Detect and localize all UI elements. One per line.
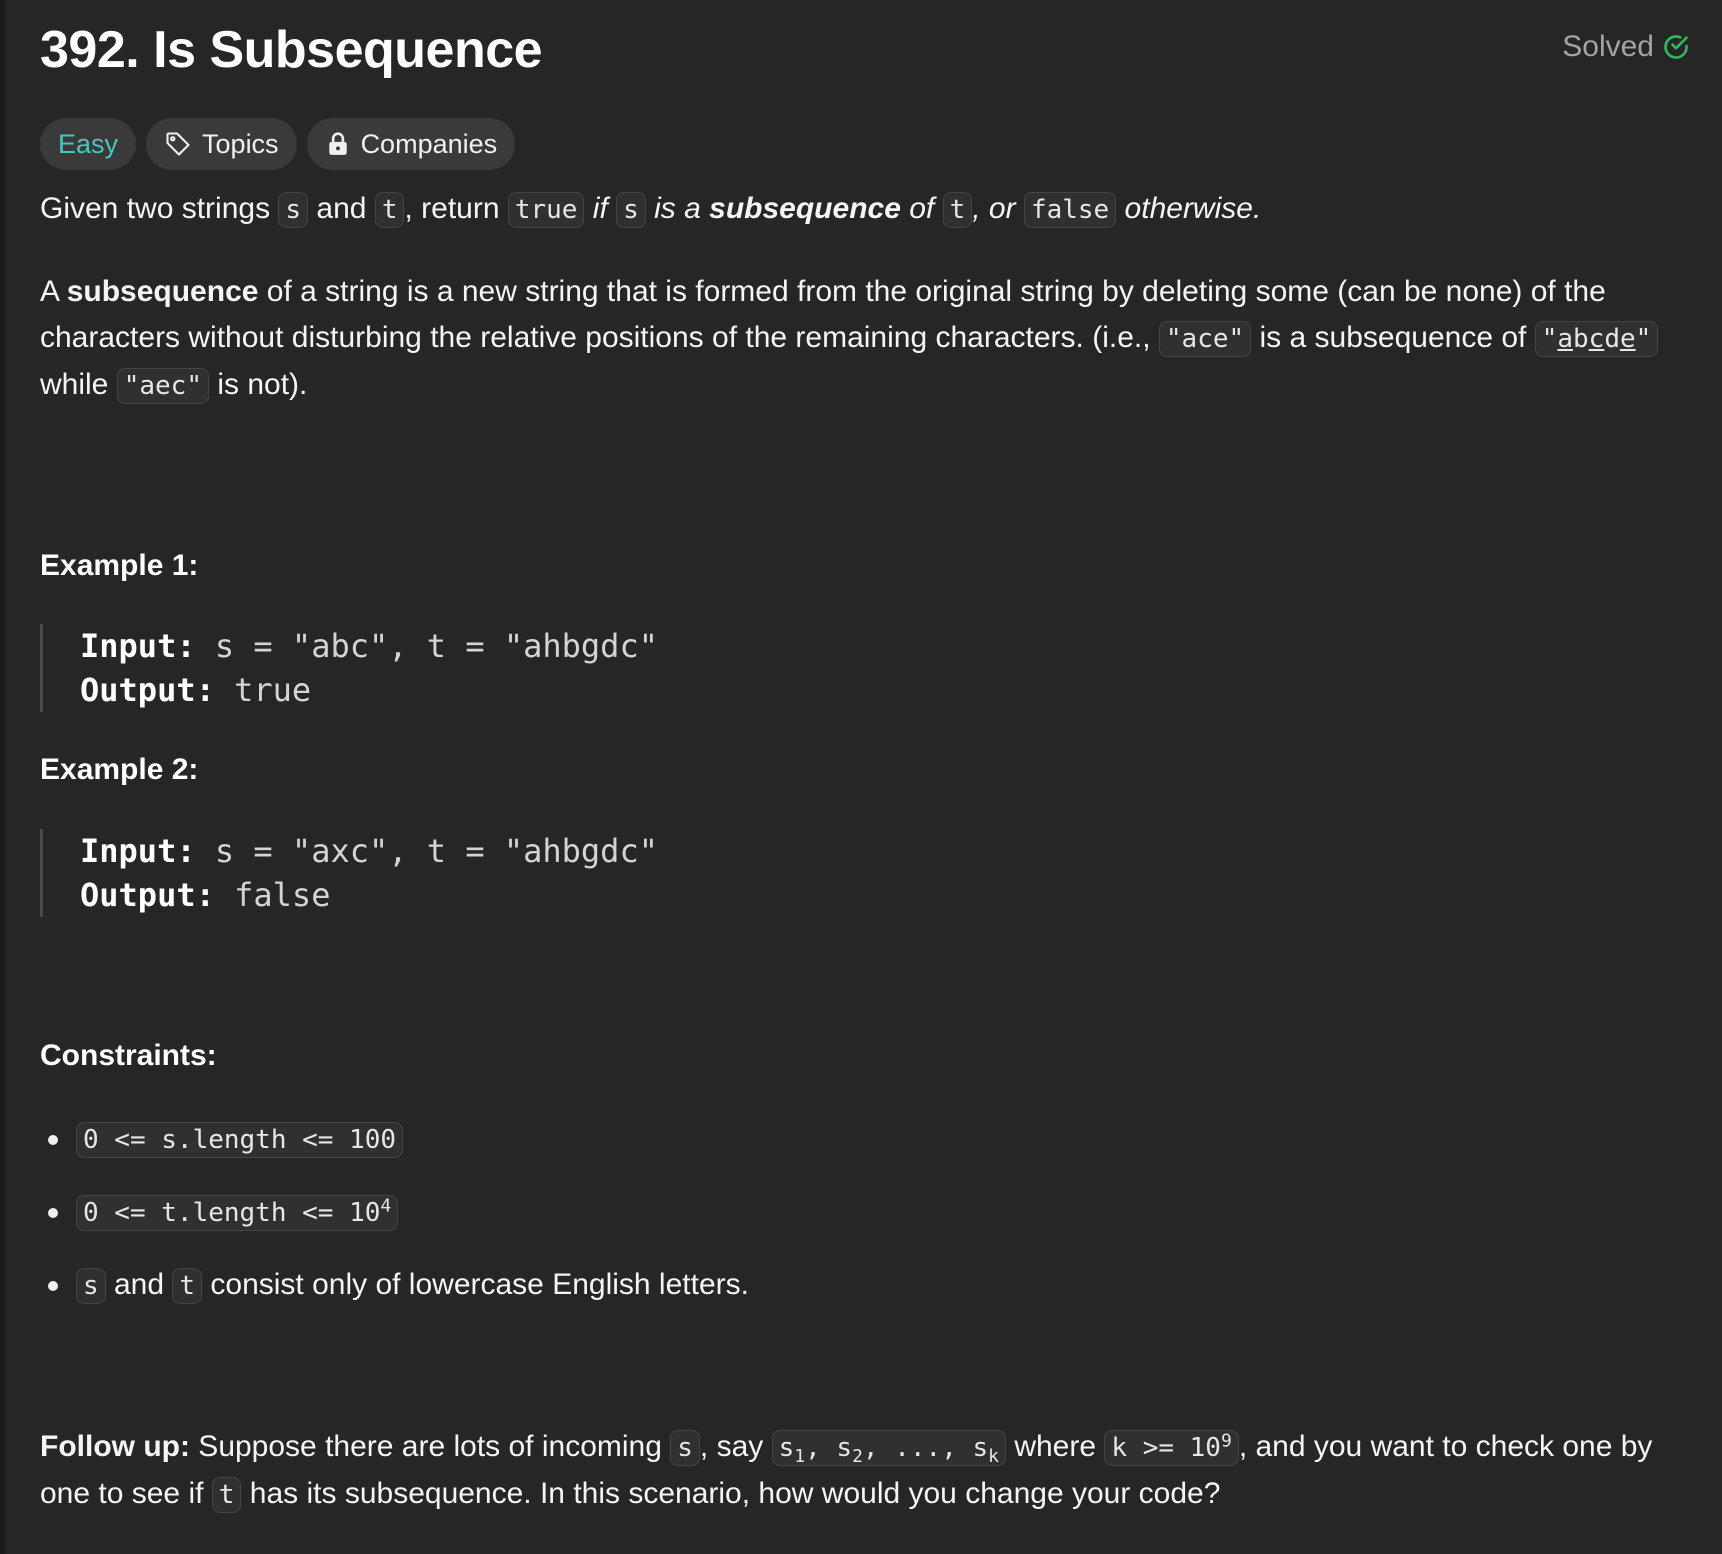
tag-icon xyxy=(164,130,192,158)
page-title[interactable]: 392. Is Subsequence xyxy=(40,20,543,80)
lock-icon xyxy=(325,131,351,157)
left-rail xyxy=(0,0,5,1554)
subscript: 2 xyxy=(852,1446,863,1468)
text: while xyxy=(40,368,117,401)
example-1-output: Output: true xyxy=(80,668,980,712)
companies-button[interactable]: Companies xyxy=(306,118,516,170)
code-text: s xyxy=(778,1433,795,1463)
inline-code: t xyxy=(172,1268,203,1304)
code-text: , ..., s xyxy=(862,1433,989,1463)
output-label: Output: xyxy=(80,671,215,709)
difficulty-badge: Easy xyxy=(40,118,137,170)
title-row: 392. Is Subsequence Solved xyxy=(40,18,1690,88)
output-value: false xyxy=(234,876,331,914)
inline-code: k >= 109 xyxy=(1104,1430,1239,1466)
inline-code: s xyxy=(76,1268,106,1304)
text: where xyxy=(1006,1430,1105,1463)
tag-chips: Easy Topics Companies xyxy=(40,118,516,170)
output-label: Output: xyxy=(80,876,215,914)
difficulty-label: Easy xyxy=(58,128,119,159)
text: consist only of lowercase English letter… xyxy=(202,1268,749,1301)
text: is not). xyxy=(208,368,308,401)
description-paragraph-1: Given two strings s and t, return true i… xyxy=(40,186,1690,233)
output-value: true xyxy=(234,671,312,709)
text: , say xyxy=(699,1430,772,1463)
inline-code: "aec" xyxy=(116,368,209,404)
subsequence-term[interactable]: subsequence xyxy=(709,192,901,225)
inline-code: t xyxy=(211,1477,242,1513)
code-char: " xyxy=(1541,324,1558,354)
text: , or xyxy=(972,192,1024,225)
code-char: a xyxy=(1557,324,1574,354)
code-text: k >= 10 xyxy=(1111,1433,1221,1463)
text: A xyxy=(40,275,67,308)
inline-code: 0 <= s.length <= 100 xyxy=(76,1122,404,1158)
code-char: d xyxy=(1604,324,1620,354)
inline-code: false xyxy=(1023,192,1117,228)
text: if xyxy=(584,192,617,225)
example-2-heading: Example 2: xyxy=(40,753,199,786)
inline-code: s xyxy=(278,192,309,228)
exponent: 9 xyxy=(1220,1430,1232,1452)
description-paragraph-2: A subsequence of a string is a new strin… xyxy=(40,269,1690,409)
subscript: 1 xyxy=(794,1446,806,1468)
example-2-output: Output: false xyxy=(80,873,980,917)
inline-code: t xyxy=(942,192,973,228)
example-2-block: Input: s = "axc", t = "ahbgdc" Output: f… xyxy=(40,829,980,917)
inline-code: s1, s2, ..., sk xyxy=(771,1430,1006,1468)
constraints-heading: Constraints: xyxy=(40,1039,217,1072)
text: of xyxy=(900,192,943,225)
topics-label: Topics xyxy=(202,128,279,159)
text: and xyxy=(308,192,375,225)
topics-button[interactable]: Topics xyxy=(146,118,297,170)
inline-code: t xyxy=(374,192,405,228)
follow-up-paragraph: Follow up: Suppose there are lots of inc… xyxy=(40,1424,1690,1518)
inline-code: s xyxy=(616,192,646,228)
code-char: c xyxy=(1588,324,1605,354)
example-1-input: Input: s = "abc", t = "ahbgdc" xyxy=(80,624,980,668)
input-label: Input: xyxy=(80,832,196,870)
solved-status: Solved xyxy=(1562,30,1690,64)
inline-code: true xyxy=(507,192,585,228)
text: otherwise. xyxy=(1116,192,1262,225)
code-char: b xyxy=(1573,324,1589,354)
text: has its subsequence. In this scenario, h… xyxy=(241,1477,1221,1510)
subsequence-definition-term: subsequence xyxy=(66,275,259,308)
code-text: , s xyxy=(805,1433,853,1463)
inline-code: s xyxy=(670,1430,700,1466)
inline-code: "abcde" xyxy=(1534,321,1659,357)
inline-code: "ace" xyxy=(1158,321,1252,357)
input-value: s = "axc", t = "ahbgdc" xyxy=(214,832,658,870)
input-label: Input: xyxy=(80,627,196,665)
companies-label: Companies xyxy=(360,128,498,159)
example-1-block: Input: s = "abc", t = "ahbgdc" Output: t… xyxy=(40,624,980,712)
constraint-item: s and t consist only of lowercase Englis… xyxy=(40,1262,749,1335)
text: and xyxy=(105,1268,173,1301)
code-char: " xyxy=(1635,324,1652,354)
check-circle-icon xyxy=(1662,33,1690,61)
text: is a subsequence of xyxy=(1251,321,1535,354)
code-char: e xyxy=(1619,324,1636,354)
constraint-item: 0 <= t.length <= 104 xyxy=(40,1189,749,1262)
example-1-heading: Example 1: xyxy=(40,549,199,582)
text: is a xyxy=(645,192,710,225)
code-text: 0 <= t.length <= 10 xyxy=(83,1198,381,1228)
text: , return xyxy=(404,192,508,225)
inline-code: 0 <= t.length <= 104 xyxy=(76,1195,399,1231)
follow-up-label: Follow up: xyxy=(40,1430,190,1463)
input-value: s = "abc", t = "ahbgdc" xyxy=(214,627,658,665)
text: Suppose there are lots of incoming xyxy=(189,1430,671,1463)
text: Given two strings xyxy=(40,192,279,225)
subscript: k xyxy=(988,1446,999,1468)
constraint-item: 0 <= s.length <= 100 xyxy=(40,1116,749,1189)
example-2-input: Input: s = "axc", t = "ahbgdc" xyxy=(80,829,980,873)
solved-label: Solved xyxy=(1562,30,1654,63)
exponent: 4 xyxy=(380,1195,392,1217)
constraints-list: 0 <= s.length <= 100 0 <= t.length <= 10… xyxy=(40,1116,749,1335)
